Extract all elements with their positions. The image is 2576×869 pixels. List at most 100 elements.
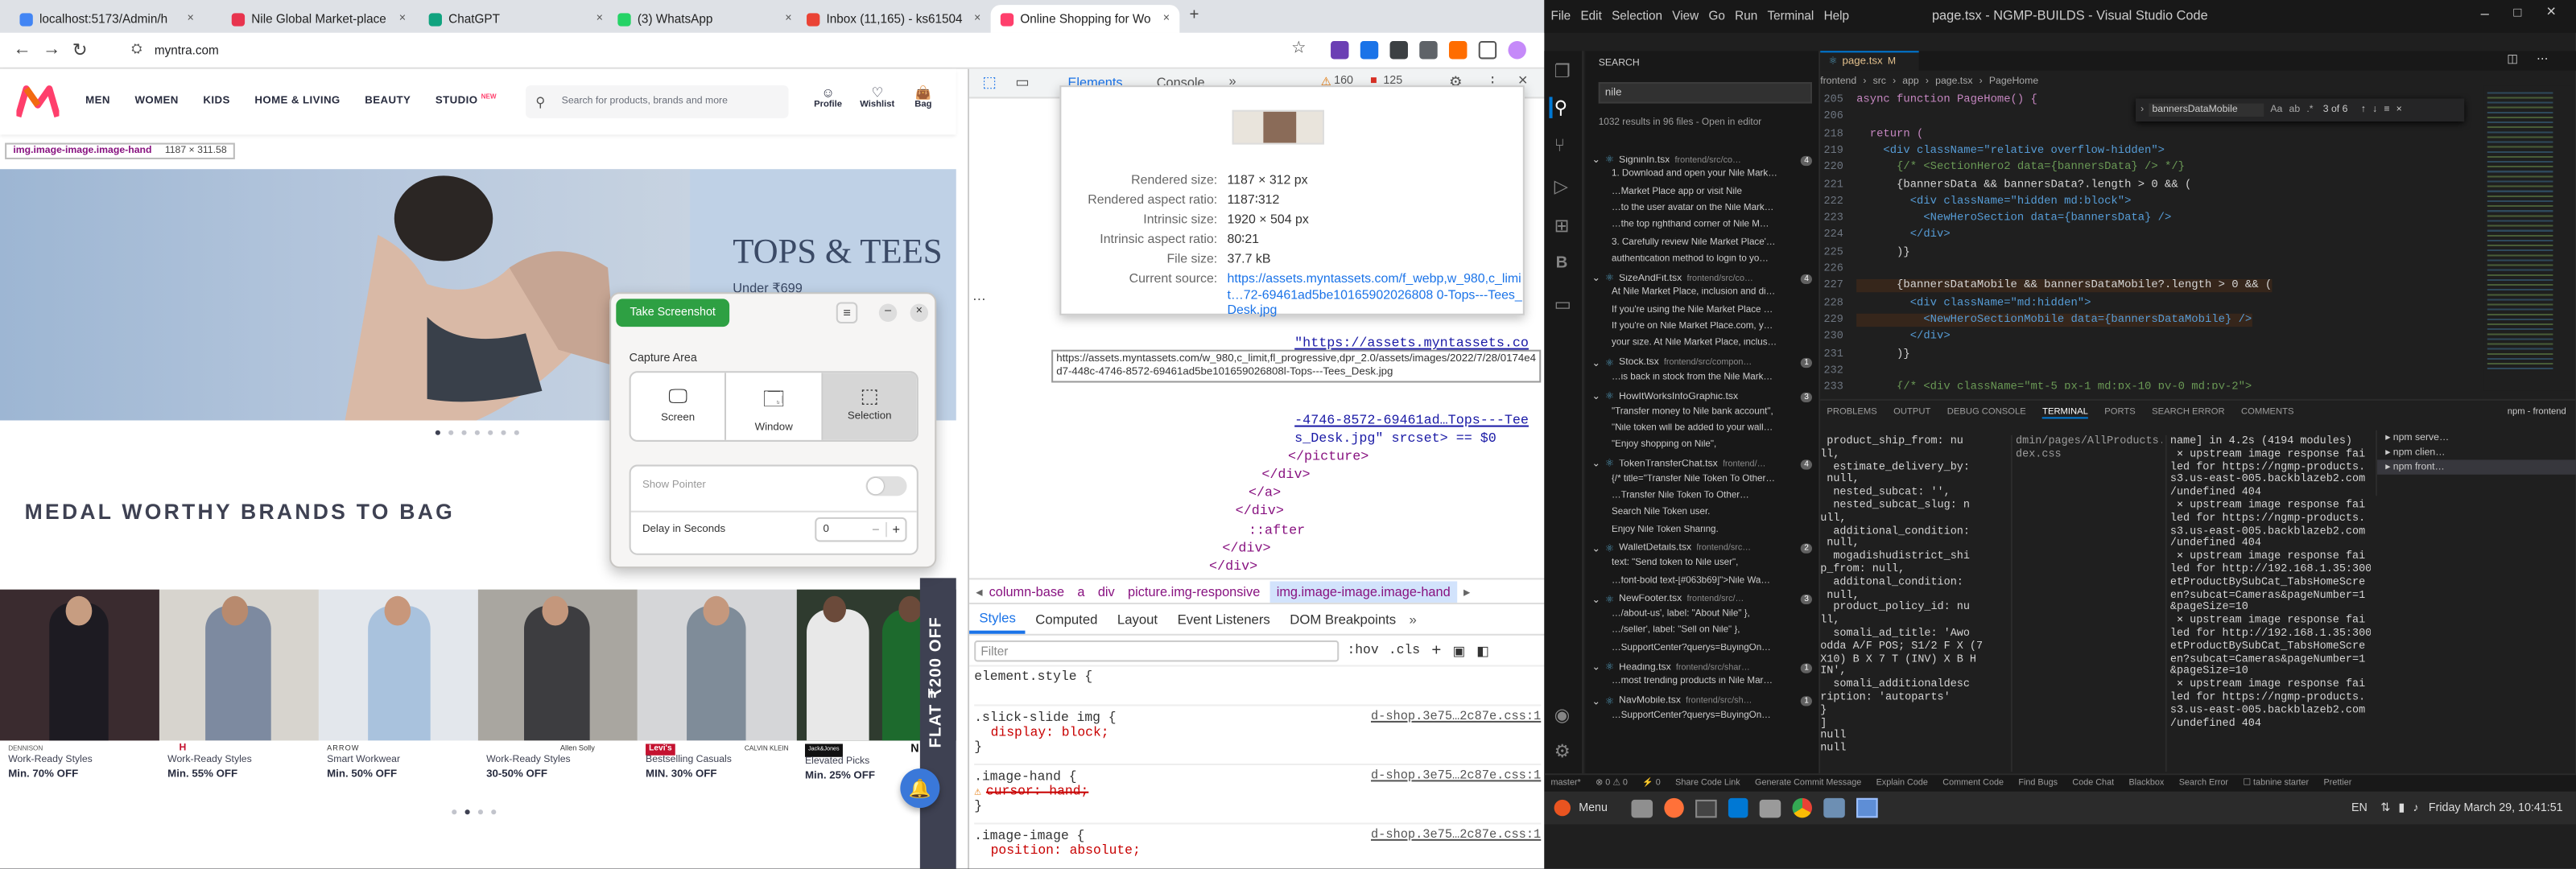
manage-gear-icon[interactable]: ⚙ bbox=[1554, 740, 1571, 761]
start-menu-label[interactable]: Menu bbox=[1579, 802, 1608, 813]
status-item[interactable]: Prettier bbox=[2324, 778, 2352, 788]
result-file[interactable]: ⌄ ⚛ SizeAndFit.tsx frontend/src/co… 4 bbox=[1592, 271, 1813, 286]
battery-icon[interactable]: ▮ bbox=[2398, 801, 2405, 814]
carousel-dot[interactable] bbox=[514, 430, 519, 435]
minimize-icon[interactable]: – bbox=[2481, 5, 2489, 21]
carousel-dot[interactable] bbox=[464, 809, 470, 815]
result-line[interactable]: …the top righthand corner of Nile M… bbox=[1612, 220, 1815, 230]
hamburger-menu-icon[interactable]: ≡ bbox=[836, 302, 858, 324]
nav-kids[interactable]: KIDS bbox=[203, 95, 229, 106]
brand-card[interactable]: DENNISON Work-Ready Styles Min. 70% OFF bbox=[0, 589, 159, 795]
search-query-input[interactable]: nile bbox=[1598, 82, 1813, 104]
menu-file[interactable]: File bbox=[1551, 8, 1571, 23]
files-app-icon[interactable] bbox=[1758, 798, 1781, 818]
code-line[interactable]: <NewHeroSection data={bannersData} /> bbox=[1856, 212, 2171, 224]
site-info-icon[interactable]: ⛭ bbox=[131, 41, 142, 57]
breadcrumb-item[interactable]: src bbox=[1873, 77, 1886, 87]
result-line[interactable]: …Transfer Nile Token To Other… bbox=[1612, 491, 1815, 500]
breadcrumb-item[interactable]: PageHome bbox=[1989, 77, 2038, 87]
minimap[interactable] bbox=[2483, 85, 2573, 391]
search-input[interactable]: Search for products, brands and more bbox=[562, 97, 728, 106]
terminal-list-item[interactable]: ▸ npm clien… bbox=[2377, 445, 2576, 459]
terminal-list-item[interactable]: ▸ npm front… bbox=[2377, 459, 2576, 475]
status-item[interactable]: Comment Code bbox=[1942, 778, 2004, 788]
chevron-down-icon[interactable]: ⌄ bbox=[1592, 391, 1600, 402]
chevron-down-icon[interactable]: ⌄ bbox=[1592, 357, 1600, 369]
terminal-pane-3[interactable]: name] in 4.2s (4194 modules) ⨯ upstream … bbox=[2165, 434, 2371, 772]
reload-icon[interactable]: ↻ bbox=[72, 39, 88, 60]
panel-tab-terminal[interactable]: TERMINAL bbox=[2042, 406, 2088, 418]
rule-source-link[interactable]: d-shop.3e75…2c87e.css:1 bbox=[1371, 830, 1541, 842]
brand-card[interactable]: Levi's CALVIN KLEIN Bestselling Casuals … bbox=[637, 589, 797, 795]
device-toolbar-icon[interactable]: ▭ bbox=[1015, 74, 1029, 92]
maximize-icon[interactable]: □ bbox=[2513, 5, 2521, 19]
find-in-selection-icon[interactable]: ≡ bbox=[2384, 105, 2389, 115]
nav-home-living[interactable]: HOME & LIVING bbox=[254, 95, 340, 106]
result-line[interactable]: 1. Download and open your Nile Mark… bbox=[1612, 170, 1815, 179]
code-line[interactable]: async function PageHome() { bbox=[1856, 93, 2037, 106]
sidebar-toggle-icon[interactable]: ◧ bbox=[1476, 644, 1488, 658]
result-file[interactable]: ⌄ ⚛ NewFooter.tsx frontend/src/… 3 bbox=[1592, 592, 1813, 607]
result-line[interactable]: …Market Place app or visit Nile bbox=[1612, 187, 1815, 196]
chevron-down-icon[interactable]: ⌄ bbox=[1592, 273, 1600, 284]
more-style-tabs-icon[interactable]: » bbox=[1409, 612, 1416, 627]
mode-selection-button[interactable]: ⬚ Selection bbox=[822, 373, 917, 440]
extension-icon[interactable] bbox=[1360, 41, 1379, 60]
status-item[interactable]: Code Chat bbox=[2072, 778, 2114, 788]
panel-tab-comments[interactable]: COMMENTS bbox=[2241, 407, 2293, 417]
rule-source-link[interactable]: d-shop.3e75…2c87e.css:1 bbox=[1371, 770, 1541, 783]
carousel-dot[interactable] bbox=[452, 809, 457, 815]
tab-close-icon[interactable]: × bbox=[974, 13, 980, 24]
panel-tab-problems[interactable]: PROBLEMS bbox=[1827, 407, 1876, 417]
code-line[interactable]: </div> bbox=[1856, 331, 1951, 344]
tab-close-icon[interactable]: × bbox=[785, 13, 791, 24]
dom-line[interactable]: s_Desk.jpg" srcset> == $0 bbox=[1294, 432, 1496, 447]
status-item[interactable]: Explain Code bbox=[1876, 778, 1928, 788]
result-line[interactable]: text: "Send token to Nile user", bbox=[1612, 558, 1815, 568]
result-file[interactable]: ⌄ ⚛ Stock.tsx frontend/src/compon… 1 bbox=[1592, 356, 1813, 370]
tab-computed[interactable]: Computed bbox=[1026, 607, 1108, 632]
whole-word-icon[interactable]: ab bbox=[2289, 105, 2301, 115]
tab-close-icon[interactable]: × bbox=[187, 13, 193, 24]
run-debug-icon[interactable]: ▷ bbox=[1554, 175, 1568, 196]
result-line[interactable]: …most trending products in Nile Mar… bbox=[1612, 677, 1815, 686]
terminal-pane-2[interactable]: dmin/pages/AllProducts.jsx, /src/in dex.… bbox=[2010, 434, 2162, 772]
dom-line[interactable]: </a> bbox=[1249, 486, 1281, 500]
dom-line[interactable]: </div> bbox=[1222, 542, 1270, 556]
browser-tab[interactable]: (3) WhatsApp × bbox=[608, 5, 802, 33]
panel-tab-output[interactable]: OUTPUT bbox=[1893, 407, 1930, 417]
minimize-icon[interactable]: – bbox=[878, 303, 898, 322]
result-line[interactable]: …font-bold text-[#063b69]">Nile Wa… bbox=[1612, 575, 1815, 585]
result-file[interactable]: ⌄ ⚛ WalletDetails.tsx frontend/src… 2 bbox=[1592, 542, 1813, 556]
rule-property[interactable]: display: block; bbox=[991, 726, 1542, 740]
dom-line[interactable]: </div> bbox=[1236, 505, 1284, 519]
result-line[interactable]: …/seller', label: "Sell on Nile" }, bbox=[1612, 626, 1815, 636]
nav-women[interactable]: WOMEN bbox=[134, 95, 178, 106]
code-line[interactable]: <NewHeroSectionMobile data={bannersDataM… bbox=[1856, 313, 2252, 327]
menu-terminal[interactable]: Terminal bbox=[1767, 8, 1814, 23]
notification-fab[interactable]: 🔔 bbox=[900, 768, 940, 809]
increment-icon[interactable]: + bbox=[885, 521, 905, 537]
result-line[interactable]: …to the user avatar on the Nile Mark… bbox=[1612, 204, 1815, 213]
profile-action[interactable]: ☺ Profile bbox=[808, 85, 848, 110]
carousel-dot[interactable] bbox=[477, 809, 483, 815]
active-window-icon[interactable] bbox=[1856, 797, 1877, 818]
tab-event-listeners[interactable]: Event Listeners bbox=[1167, 607, 1280, 632]
accounts-icon[interactable]: ◉ bbox=[1554, 705, 1571, 726]
delay-value[interactable]: 0 bbox=[823, 524, 865, 535]
network-icon[interactable]: ⇅ bbox=[2380, 801, 2390, 814]
tab-close-icon[interactable]: × bbox=[399, 13, 406, 24]
code-line[interactable]: <div className="relative overflow-hidden… bbox=[1856, 144, 2165, 157]
result-line[interactable]: your size. At Nile Market Place, inclus… bbox=[1612, 339, 1815, 348]
result-file[interactable]: ⌄ ⚛ TokenTransferChat.tsx frontend/… 4 bbox=[1592, 457, 1813, 472]
terminal-pane-1[interactable]: product_ship_from: nu ll, estimate_deliv… bbox=[1820, 435, 2004, 772]
code-line[interactable]: )} bbox=[1856, 245, 1910, 258]
keyboard-layout[interactable]: EN bbox=[2351, 802, 2368, 813]
extensions-icon[interactable]: ⊞ bbox=[1554, 215, 1570, 236]
ellipsis-icon[interactable]: ⋯ bbox=[972, 292, 985, 307]
breadcrumb-item[interactable]: app bbox=[1902, 77, 1918, 87]
code-line[interactable]: <div className="md:hidden"> bbox=[1856, 297, 2091, 310]
result-file[interactable]: ⌄ ⚛ HowItWorksInfoGraphic.tsx 3 bbox=[1592, 389, 1813, 404]
current-source-link[interactable]: https://assets.myntassets.com/f_webp,w_9… bbox=[1227, 271, 1522, 318]
result-line[interactable]: "Enjoy shopping on Nile", bbox=[1612, 440, 1815, 450]
